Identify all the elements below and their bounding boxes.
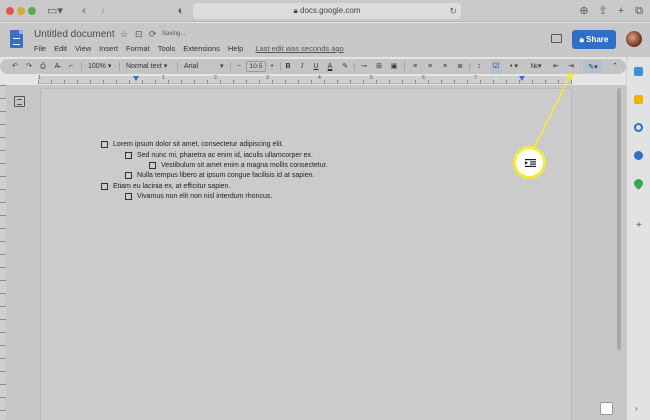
callout-pointer: [532, 73, 573, 151]
maps-icon[interactable]: [632, 177, 645, 190]
collapse-side-panel-icon[interactable]: ›: [635, 404, 638, 413]
callout-dot: [567, 73, 573, 79]
add-addon-icon[interactable]: +: [636, 221, 642, 231]
tasks-icon[interactable]: [634, 123, 643, 132]
explore-button[interactable]: [600, 402, 613, 415]
callout-magnifier: [513, 146, 546, 179]
contacts-icon[interactable]: [634, 151, 643, 160]
side-panel: +: [626, 57, 650, 420]
increase-indent-icon: [525, 159, 536, 167]
keep-icon[interactable]: [634, 95, 643, 104]
callout-line: [532, 75, 571, 151]
calendar-icon[interactable]: [634, 67, 643, 76]
